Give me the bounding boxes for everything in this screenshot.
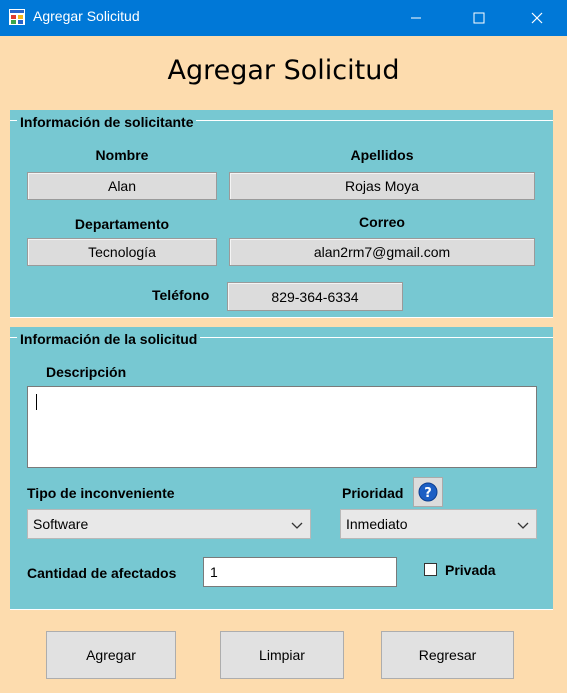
question-mark-icon: ? (418, 482, 438, 502)
svg-text:?: ? (424, 486, 432, 501)
apellidos-label: Apellidos (350, 147, 414, 163)
departamento-label: Departamento (74, 216, 170, 232)
page-title: Agregar Solicitud (167, 55, 400, 86)
cantidad-label: Cantidad de afectados (27, 565, 177, 581)
agregar-button[interactable]: Agregar (46, 631, 176, 679)
close-icon (531, 12, 543, 24)
correo-label: Correo (359, 214, 405, 230)
close-button[interactable] (514, 0, 560, 36)
group-border-bottom (10, 317, 553, 318)
prioridad-label: Prioridad (342, 485, 404, 501)
privada-checkbox[interactable] (424, 563, 437, 576)
maximize-icon (473, 12, 485, 24)
app-icon (9, 9, 25, 25)
prioridad-selected-value: Inmediato (346, 516, 408, 532)
limpiar-button[interactable]: Limpiar (220, 631, 344, 679)
request-group-title: Información de la solicitud (17, 331, 201, 347)
group-border-bottom (10, 609, 553, 610)
chevron-down-icon (517, 522, 529, 529)
minimize-button[interactable] (393, 0, 439, 36)
descripcion-label: Descripción (46, 364, 127, 380)
chevron-down-icon (291, 522, 303, 529)
telefono-field[interactable]: 829-364-6334 (227, 282, 403, 311)
prioridad-select[interactable]: Inmediato (340, 509, 537, 539)
privada-label: Privada (445, 562, 496, 578)
telefono-label: Teléfono (152, 287, 210, 303)
prioridad-help-button[interactable]: ? (413, 477, 443, 507)
nombre-label: Nombre (95, 147, 149, 163)
maximize-button[interactable] (456, 0, 502, 36)
title-bar[interactable]: Agregar Solicitud (0, 0, 567, 36)
descripcion-textarea[interactable] (27, 386, 537, 468)
text-caret (36, 394, 37, 410)
tipo-select[interactable]: Software (27, 509, 311, 539)
nombre-field[interactable]: Alan (27, 172, 217, 200)
minimize-icon (411, 17, 421, 19)
regresar-button[interactable]: Regresar (381, 631, 514, 679)
apellidos-field[interactable]: Rojas Moya (229, 172, 535, 200)
window-title: Agregar Solicitud (33, 8, 140, 24)
cantidad-input[interactable]: 1 (203, 557, 397, 587)
correo-field[interactable]: alan2rm7@gmail.com (229, 238, 535, 266)
requester-group-title: Información de solicitante (17, 114, 197, 130)
departamento-field[interactable]: Tecnología (27, 238, 217, 266)
tipo-label: Tipo de inconveniente (27, 485, 175, 501)
tipo-selected-value: Software (33, 516, 89, 532)
